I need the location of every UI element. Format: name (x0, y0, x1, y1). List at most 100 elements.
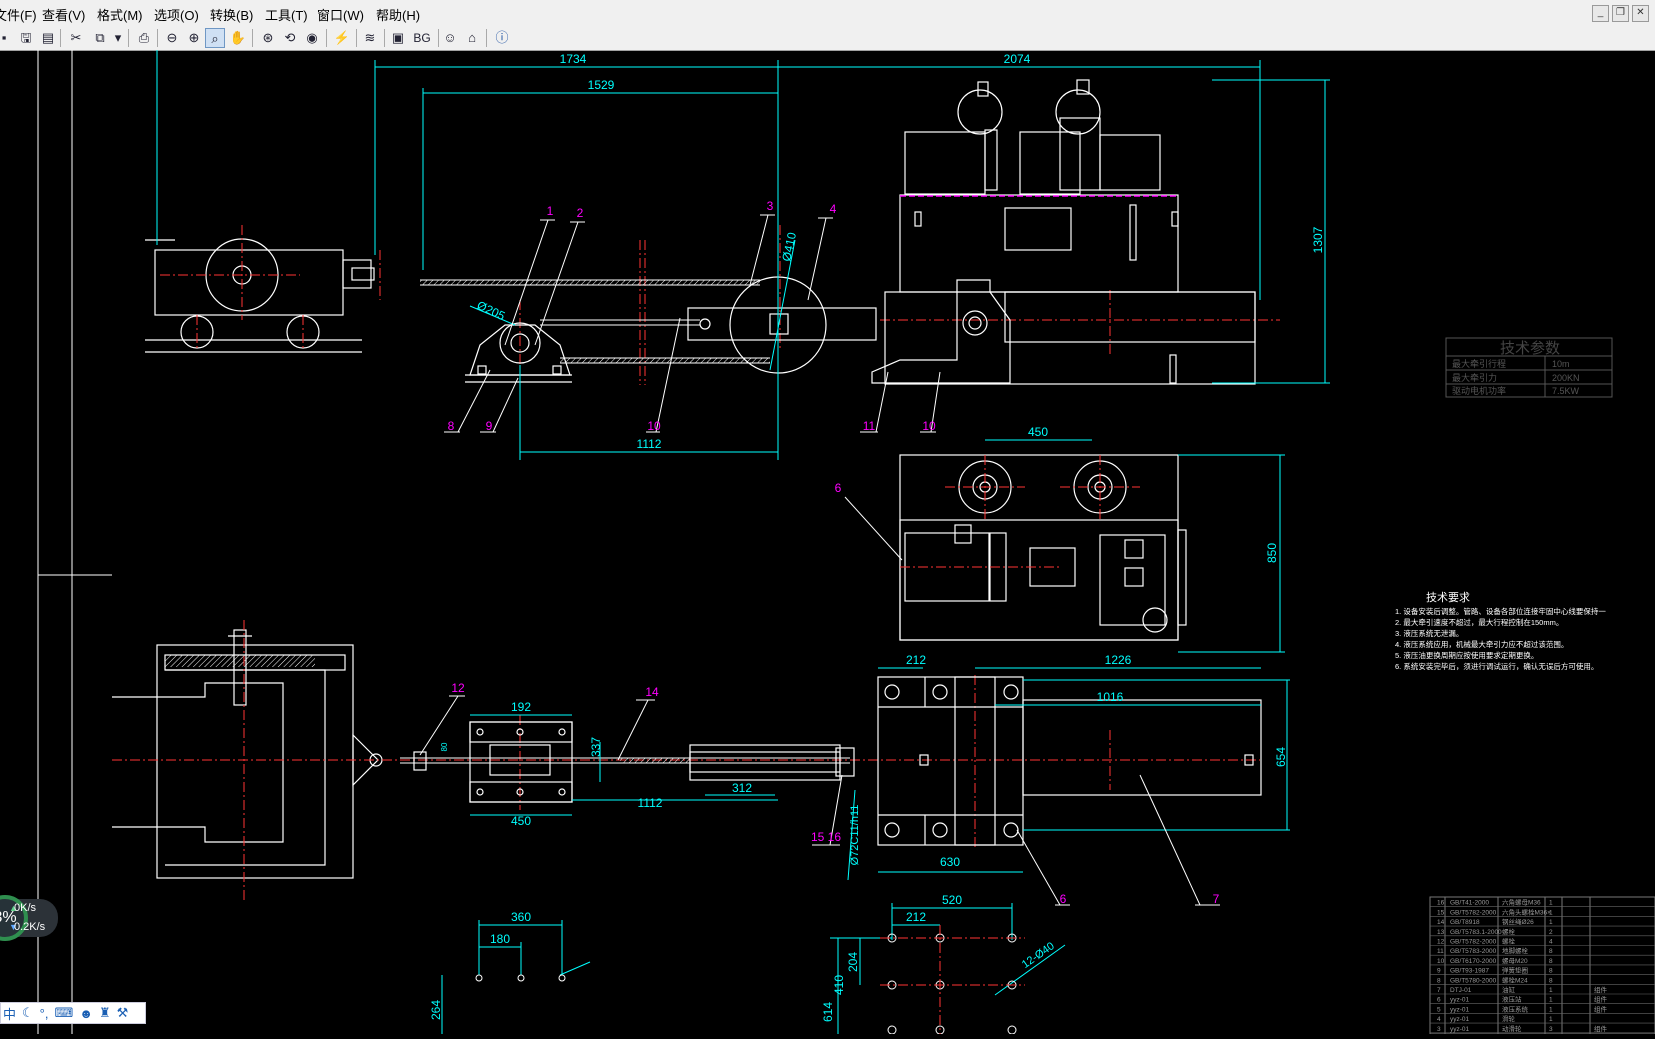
balloon-14: 14 (645, 685, 659, 699)
bom-cell: GB/T5783.1-2000 (1450, 929, 1502, 936)
layers-icon[interactable]: ≋ (360, 28, 380, 48)
menu-options[interactable]: 选项(O) (154, 5, 199, 24)
save-as-icon[interactable]: 🖫 (16, 28, 36, 48)
open-icon[interactable]: ▤ (38, 28, 58, 48)
toolbar-separator (128, 29, 129, 47)
bom-cell: 6 (1437, 997, 1441, 1004)
layer-icon[interactable]: ✂ (66, 28, 86, 48)
bom-cell: 1 (1549, 919, 1553, 926)
dim-192: 192 (511, 700, 531, 714)
toolbar-separator (252, 29, 253, 47)
network-speed-widget[interactable]: 3% ▲ 0K/s ▼ 0.2K/s (0, 895, 80, 955)
cable-hatch (620, 758, 690, 763)
bom-cell: 16 (1437, 900, 1445, 907)
cable-hatch (420, 280, 760, 285)
zoom-window-icon[interactable]: ⌕ (205, 28, 225, 48)
bg-icon[interactable]: BG (410, 28, 434, 48)
tech-req-2: 2. 最大牵引速度不超过，最大行程控制在150mm。 (1395, 617, 1563, 627)
bom-cell: 油缸 (1502, 985, 1516, 994)
menu-tools[interactable]: 工具(T) (265, 5, 308, 24)
menu-window[interactable]: 窗口(W) (317, 5, 364, 24)
restore-button[interactable]: ❐ (1612, 5, 1629, 22)
menu-view[interactable]: 查看(V) (42, 5, 85, 24)
dim-2074: 2074 (1004, 52, 1031, 66)
drawing-canvas[interactable]: 1734 2074 1529 1307 1112 Ø205 Ø410 1 2 3… (0, 50, 1655, 1035)
zoom-realtime-icon[interactable]: ⟲ (280, 28, 300, 48)
moon-icon[interactable]: ☾ (22, 1005, 34, 1021)
punctuation-icon[interactable]: °, (40, 1006, 49, 1021)
tech-req-5: 5. 液压油更换周期应按使用要求定期更换。 (1395, 650, 1538, 660)
bom-cell: GB/T93-1987 (1450, 968, 1489, 975)
tech-req-6: 6. 系统安装完毕后，须进行调试运行，确认无误后方可使用。 (1395, 661, 1598, 671)
bom-cell: 3 (1437, 1026, 1441, 1033)
print-icon[interactable]: ⎙ (134, 28, 154, 48)
balloon-11: 11 (863, 419, 876, 433)
wrench-icon[interactable]: ⚒ (117, 1005, 129, 1021)
zoom-in-icon[interactable]: ⊕ (184, 28, 204, 48)
cad-drawing: 1734 2074 1529 1307 1112 Ø205 Ø410 1 2 3… (37, 50, 1655, 1035)
pulley-base-plan (469, 721, 573, 803)
ime-language[interactable]: 中 (3, 1004, 16, 1023)
dim-614: 614 (821, 1002, 835, 1022)
user-icon[interactable]: ☻ (79, 1006, 93, 1021)
menu-file[interactable]: 文件(F) (0, 5, 37, 24)
dim-dia410: Ø410 (779, 231, 799, 263)
frame-icon[interactable]: ▣ (388, 28, 408, 48)
anchor-frame (112, 629, 383, 879)
pan-icon[interactable]: ✋ (228, 28, 248, 48)
bom-cell: 1 (1549, 1006, 1553, 1013)
dim-dia72: Ø72C11/h11 (849, 805, 861, 866)
params-title: 技术参数 (1500, 340, 1560, 357)
info-icon[interactable]: ⓘ (492, 28, 512, 48)
dim-1016: 1016 (1097, 690, 1124, 704)
anchor-holes-left (475, 974, 566, 982)
balloon-3: 3 (767, 199, 774, 213)
home-icon[interactable]: ⌂ (462, 28, 482, 48)
menu-convert[interactable]: 转换(B) (210, 5, 253, 24)
user-icon[interactable]: ☺ (440, 28, 460, 48)
zoom-out-icon[interactable]: ⊖ (162, 28, 182, 48)
view-eye-icon[interactable]: ◉ (302, 28, 322, 48)
save-icon[interactable]: ▪ (0, 28, 14, 48)
skin-icon[interactable]: ♜ (99, 1005, 111, 1021)
bom-cell: GB/T5780-2000 (1450, 977, 1497, 984)
zoom-extent-icon[interactable]: ⊛ (258, 28, 278, 48)
dim-212-plan: 212 (906, 653, 926, 667)
dim-520: 520 (942, 893, 962, 907)
bom-cell: 螺栓M24 (1502, 975, 1528, 984)
dim-1112-plan: 1112 (638, 796, 663, 810)
params-row-3-value: 7.5KW (1552, 386, 1580, 396)
tech-req-1: 1. 设备安装后调整。管路、设备各部位连接牢固中心线要保持一 (1395, 606, 1606, 616)
bom-cell: 3 (1549, 1026, 1553, 1033)
bom-cell: 11 (1437, 948, 1444, 955)
params-row-1-value: 10m (1552, 359, 1570, 369)
bom-cell: 动滑轮 (1502, 1024, 1522, 1033)
bom-cell: 六角头螺栓M36× (1502, 907, 1551, 916)
keyboard-icon[interactable]: ⌨ (54, 1005, 73, 1021)
bom-cell: 12 (1437, 939, 1445, 946)
bom-cell: GB/T41-2000 (1450, 900, 1489, 907)
menu-bar: 文件(F) 查看(V) 格式(M) 选项(O) 转换(B) 工具(T) 窗口(W… (0, 0, 1655, 27)
bom-cell: 组件 (1594, 995, 1608, 1004)
bom-cell: 1 (1549, 987, 1553, 994)
copy-icon[interactable]: ⧉ (90, 28, 110, 48)
dim-450-plan: 450 (511, 814, 531, 828)
dim-410: 410 (832, 975, 846, 995)
dim-1734: 1734 (560, 52, 587, 66)
bom-cell: 组件 (1594, 985, 1608, 994)
balloon-4: 4 (830, 202, 837, 216)
measure-icon[interactable]: ⚡ (332, 28, 352, 48)
minimize-button[interactable]: _ (1592, 5, 1609, 22)
balloon-9: 9 (486, 419, 493, 433)
window-controls: _ ❐ ✕ (1592, 5, 1649, 22)
bom-cell: yyz-01 (1450, 1016, 1470, 1023)
menu-format[interactable]: 格式(M) (97, 5, 143, 24)
bom-cell: 4 (1437, 1016, 1441, 1023)
close-button[interactable]: ✕ (1632, 5, 1649, 22)
bom-cell: 弹簧垫圈 (1502, 966, 1528, 975)
leader-lines-plan (419, 695, 1220, 906)
bom-cell: 4 (1549, 939, 1553, 946)
dropdown-arrow-icon[interactable]: ▾ (108, 28, 128, 48)
menu-help[interactable]: 帮助(H) (376, 5, 420, 24)
balloon-6-b: 6 (1060, 892, 1067, 906)
